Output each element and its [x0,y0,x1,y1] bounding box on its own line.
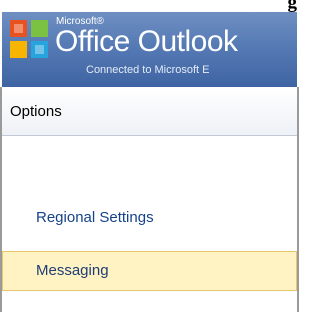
options-header: Options [2,88,297,136]
nav-item-regional-settings[interactable]: Regional Settings [2,198,297,238]
product-name: Office Outlook [55,25,238,58]
caption-strip: g [0,0,299,12]
caption-text: g [287,0,298,13]
options-title: Options [10,103,62,120]
nav-item-label: Messaging [36,262,109,279]
connection-status: Connected to Microsoft E [86,64,210,76]
office-logo-icon [10,20,48,58]
nav-item-messaging[interactable]: Messaging [2,251,297,291]
outlook-banner: Microsoft® Office Outlook Connected to M… [2,12,297,87]
nav-item-label: Regional Settings [36,209,154,226]
